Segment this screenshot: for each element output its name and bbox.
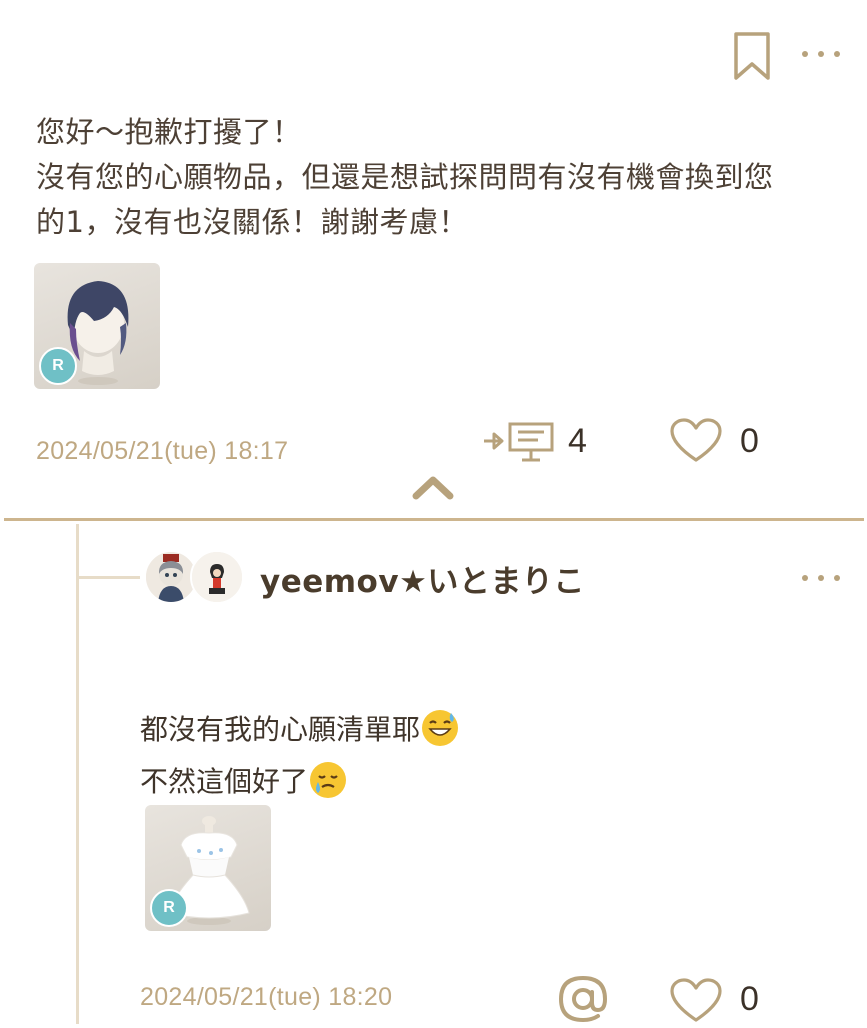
post-item-thumbnail[interactable]: R — [34, 263, 160, 389]
collapse-replies-button[interactable] — [408, 472, 458, 502]
reply-more-button[interactable] — [796, 560, 846, 596]
post-message-line: 您好～抱歉打擾了！ — [36, 115, 302, 149]
more-icon-dot — [802, 51, 808, 57]
bookmark-icon — [734, 32, 770, 80]
reply-item-thumbnail[interactable]: R — [145, 805, 271, 931]
reply-like-button[interactable]: 0 — [668, 976, 768, 1024]
reply-count-button[interactable]: 4 — [482, 416, 602, 466]
avatar-image — [146, 552, 196, 602]
reply-avatar-secondary[interactable] — [190, 550, 244, 604]
bookmark-button[interactable] — [730, 30, 774, 84]
post-timestamp: 2024/05/21(tue) 18:17 — [36, 437, 289, 465]
heart-icon — [670, 978, 722, 1022]
reply-message: 都沒有我的心願清單耶 不然這個好了 — [140, 704, 840, 808]
more-icon-dot — [834, 575, 840, 581]
mention-button[interactable] — [556, 972, 610, 1024]
heart-icon — [670, 418, 722, 462]
thread-connector — [76, 576, 140, 579]
like-button[interactable]: 0 — [668, 416, 768, 466]
more-icon-dot — [802, 575, 808, 581]
reply-count: 4 — [568, 422, 587, 460]
reply-message-line: 不然這個好了 — [140, 756, 840, 808]
more-icon-dot — [818, 575, 824, 581]
reply-thread-icon — [484, 422, 554, 462]
more-icon-dot — [818, 51, 824, 57]
reply-timestamp: 2024/05/21(tue) 18:20 — [140, 983, 393, 1011]
reply-message-line: 都沒有我的心願清單耶 — [140, 704, 840, 756]
rarity-badge: R — [39, 347, 77, 385]
reply-text: 都沒有我的心願清單耶 — [140, 713, 421, 746]
more-icon-dot — [834, 51, 840, 57]
mention-icon — [558, 975, 608, 1023]
post-message-line: 沒有您的心願物品，但還是想試探問問有沒有機會換到您 — [36, 160, 774, 194]
reply-like-count: 0 — [740, 980, 759, 1018]
section-divider — [4, 518, 864, 521]
reply-text: 不然這個好了 — [140, 765, 309, 798]
rarity-badge: R — [150, 889, 188, 927]
thread-line — [76, 524, 79, 1024]
post-more-button[interactable] — [796, 36, 846, 72]
reply-username[interactable]: yeemov★いとまりこ — [260, 556, 585, 601]
post-message: 您好～抱歉打擾了！ 沒有您的心願物品，但還是想試探問問有沒有機會換到您 的1，沒… — [36, 110, 846, 245]
crying-smile-emoji — [310, 762, 347, 798]
collapse-chevron-icon — [412, 476, 454, 500]
avatar-image — [192, 552, 242, 602]
like-count: 0 — [740, 422, 759, 460]
grinning-sweat-emoji — [422, 710, 459, 746]
post-message-line: 的1，沒有也沒關係！謝謝考慮！ — [36, 205, 468, 239]
